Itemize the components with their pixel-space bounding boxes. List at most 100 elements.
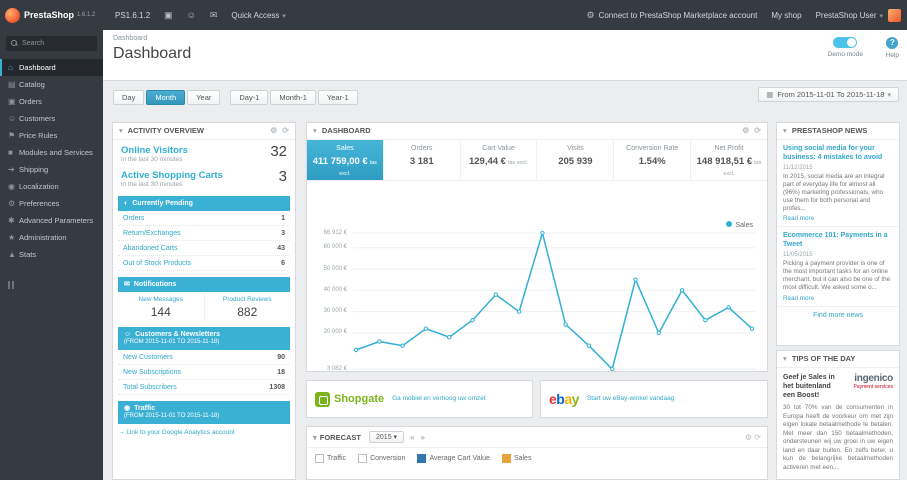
active-carts-label[interactable]: Active Shopping Carts: [121, 170, 287, 181]
refresh-icon[interactable]: [754, 126, 761, 135]
sidebar-item-dashboard[interactable]: Dashboard: [0, 59, 103, 76]
row-value: 43: [277, 244, 285, 252]
sidebar-item-stats[interactable]: Stats: [0, 246, 103, 263]
user-menu[interactable]: PrestaShop User: [816, 11, 883, 20]
sidebar-item-catalog[interactable]: Catalog: [0, 76, 103, 93]
shopgate-cta-link[interactable]: Ga mobiel en verhoog uw omzet: [392, 395, 486, 403]
row-label[interactable]: New Customers: [123, 354, 173, 361]
quick-access-menu[interactable]: Quick Access: [231, 11, 286, 20]
row-value: 90: [277, 353, 285, 361]
kpi-sales[interactable]: Sales 411 759,00 € tax excl.: [307, 140, 384, 180]
row-label[interactable]: Orders: [123, 215, 144, 222]
marketplace-link[interactable]: Connect to PrestaShop Marketplace accoun…: [599, 11, 758, 20]
demo-mode-label: Demo mode: [827, 51, 863, 58]
refresh-icon[interactable]: [282, 126, 289, 135]
stats-icon: [8, 246, 19, 263]
sales-line-chart[interactable]: [353, 231, 755, 371]
online-visitors-label[interactable]: Online Visitors: [121, 145, 287, 156]
administration-icon: [8, 229, 19, 246]
legend-conversion[interactable]: Conversion: [358, 454, 405, 463]
messages-notification-icon[interactable]: [210, 10, 218, 21]
home-icon: [8, 59, 19, 76]
kpi-conversion-rate[interactable]: Conversion Rate 1.54%: [614, 140, 692, 180]
sidebar-item-price-rules[interactable]: Price Rules: [0, 127, 103, 144]
legend-average-cart-value[interactable]: Average Cart Value: [417, 454, 490, 463]
google-analytics-link[interactable]: Link to your Google Analytics account: [118, 429, 290, 436]
filter-month-1-button[interactable]: Month-1: [270, 90, 316, 105]
forecast-next-button[interactable]: »: [421, 433, 425, 442]
ebay-cta-link[interactable]: Start uw eBay-winkel vandaag: [587, 395, 674, 403]
article-date: 11/05/2015: [783, 251, 813, 258]
legend-label: Average Cart Value: [429, 455, 490, 462]
kpi-orders[interactable]: Orders 3 181: [384, 140, 461, 180]
gear-icon[interactable]: [742, 126, 749, 135]
chart-legend[interactable]: Sales: [726, 221, 753, 229]
filter-month-button[interactable]: Month: [146, 90, 186, 105]
ebay-letter: y: [571, 391, 580, 407]
forecast-year-select[interactable]: 2015: [369, 431, 405, 443]
sidebar-item-shipping[interactable]: Shipping: [0, 161, 103, 178]
new-messages-label[interactable]: New Messages: [118, 296, 204, 303]
filter-day-button[interactable]: Day: [113, 90, 145, 105]
read-more-link[interactable]: Read more: [783, 215, 893, 222]
sidebar-item-preferences[interactable]: Preferences: [0, 195, 103, 212]
sidebar-collapse-handle[interactable]: [8, 281, 16, 289]
sidebar-item-advanced-parameters[interactable]: Advanced Parameters: [0, 212, 103, 229]
product-reviews-label[interactable]: Product Reviews: [205, 296, 291, 303]
filter-year-button[interactable]: Year: [187, 90, 221, 105]
shop-version-tag: PS1.6.1.2: [115, 10, 151, 20]
currently-pending-header: Currently Pending: [118, 196, 290, 212]
new-messages-value: 144: [150, 305, 171, 320]
article-title-link[interactable]: Ecommerce 101: Payments in a Tweet: [783, 232, 893, 250]
read-more-link[interactable]: Read more: [783, 295, 893, 302]
gear-icon[interactable]: [745, 433, 752, 442]
forecast-prev-button[interactable]: «: [410, 433, 414, 442]
customers-notification-icon[interactable]: [187, 10, 196, 20]
activity-overview-panel: ACTIVITY OVERVIEW 32 Online Visitors in …: [112, 122, 296, 480]
tips-body: Geef je Sales in het buitenland een Boos…: [777, 368, 899, 477]
user-avatar[interactable]: [888, 8, 901, 22]
filter-year-1-button[interactable]: Year-1: [317, 90, 358, 105]
help-control[interactable]: ? Help: [886, 37, 899, 59]
sidebar-item-customers[interactable]: Customers: [0, 110, 103, 127]
row-value: 18: [277, 368, 285, 376]
row-label[interactable]: Abandoned Carts: [123, 245, 177, 252]
sidebar-item-label: Shipping: [19, 165, 49, 174]
filter-day-1-button[interactable]: Day-1: [230, 90, 269, 105]
tips-text: 30 tot 70% van de consumenten in Europa …: [783, 404, 893, 471]
row-value: 6: [281, 259, 285, 267]
quick-access-label: Quick Access: [231, 10, 280, 20]
topbar: PrestaShop 1.6.1.2 PS1.6.1.2 Quick Acces…: [0, 0, 907, 30]
row-label[interactable]: Total Subscribers: [123, 384, 177, 391]
article-title-link[interactable]: Using social media for your business: 4 …: [783, 145, 893, 163]
kpi-value: 411 759,00 €: [312, 156, 368, 167]
brand-name: PrestaShop: [24, 10, 75, 20]
my-shop-link[interactable]: My shop: [771, 11, 801, 20]
legend-traffic[interactable]: Traffic: [315, 454, 346, 463]
row-label[interactable]: Out of Stock Products: [123, 260, 191, 267]
orders-notification-icon[interactable]: [164, 10, 173, 21]
main-content: Dashboard Dashboard Demo mode ? Help Day…: [103, 30, 907, 480]
kpi-label: Visits: [567, 145, 584, 152]
sidebar-item-orders[interactable]: Orders: [0, 93, 103, 110]
prestashop-brand[interactable]: PrestaShop 1.6.1.2: [0, 7, 103, 23]
breadcrumb[interactable]: Dashboard: [113, 35, 147, 42]
sidebar-item-label: Price Rules: [19, 131, 58, 140]
demo-mode-toggle[interactable]: [833, 37, 858, 48]
chevron-down-icon: [887, 92, 891, 99]
date-range-picker[interactable]: From 2015-11-01 To 2015-11-18: [758, 87, 899, 102]
gear-icon[interactable]: [270, 126, 277, 135]
kpi-net-profit[interactable]: Net Profit 148 918,51 € tax excl.: [691, 140, 767, 180]
sidebar-item-localization[interactable]: Localization: [0, 178, 103, 195]
kpi-visits[interactable]: Visits 205 939: [537, 140, 615, 180]
sidebar-item-modules[interactable]: Modules and Services: [0, 144, 103, 161]
kpi-cart-value[interactable]: Cart Value 129,44 € tax excl.: [461, 140, 538, 180]
sidebar-item-administration[interactable]: Administration: [0, 229, 103, 246]
row-label[interactable]: Return/Exchanges: [123, 230, 181, 237]
find-more-news-link[interactable]: Find more news: [777, 307, 899, 324]
shipping-icon: [8, 161, 19, 178]
refresh-icon[interactable]: [754, 433, 761, 442]
legend-sales[interactable]: Sales: [501, 454, 531, 463]
sidebar-search[interactable]: Search: [6, 36, 97, 51]
row-label[interactable]: New Subscriptions: [123, 369, 181, 376]
